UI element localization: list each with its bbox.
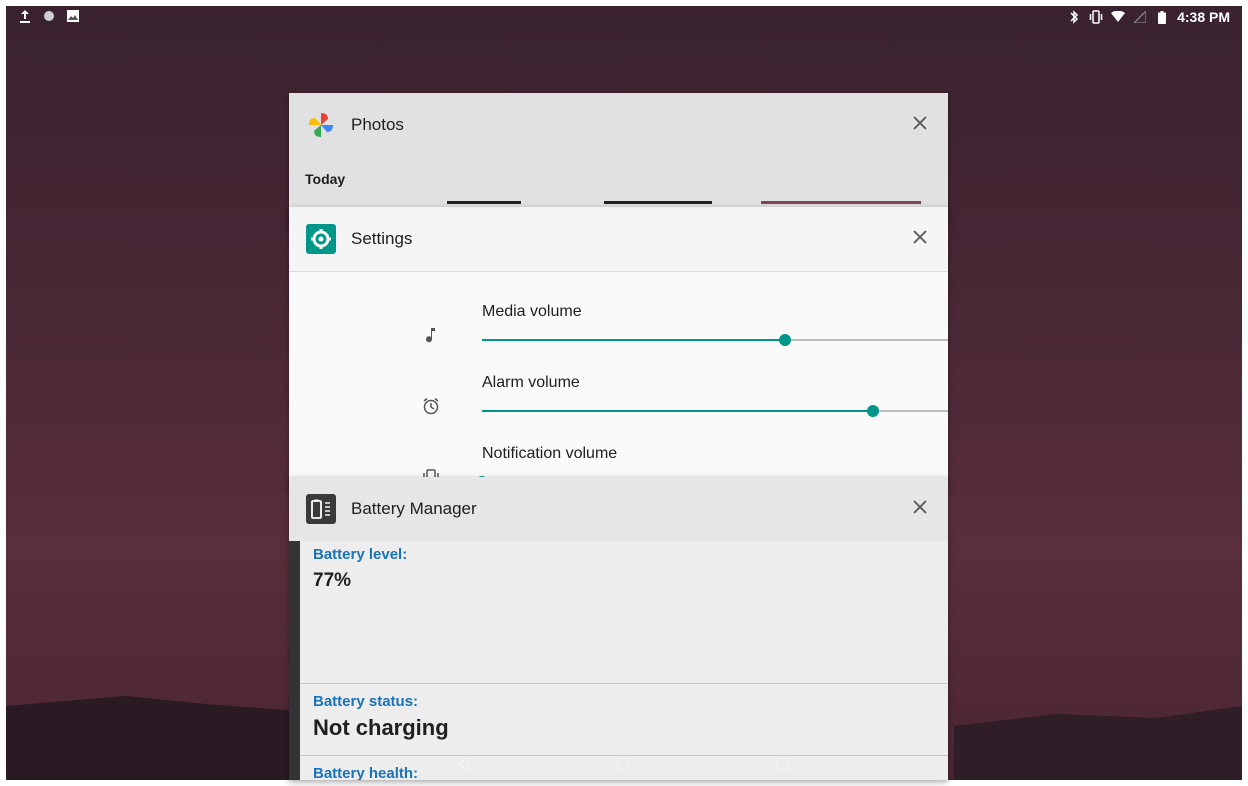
battery-icon — [1155, 10, 1169, 24]
circle-icon — [42, 9, 56, 23]
settings-card-header[interactable]: Settings — [289, 207, 948, 272]
alarm-volume-thumb[interactable] — [867, 405, 880, 417]
photos-app-icon — [305, 109, 337, 141]
divider — [300, 683, 948, 684]
upload-icon — [18, 9, 32, 23]
notification-volume-label: Notification volume — [482, 445, 618, 462]
alarm-volume-label: Alarm volume — [482, 374, 580, 391]
alarm-volume-row: Alarm volume — [289, 364, 948, 432]
battery-manager-card[interactable]: Battery Manager Battery level: 77% Batte… — [289, 477, 948, 780]
music-note-icon — [419, 323, 443, 347]
vibrate-icon — [1089, 10, 1103, 24]
bluetooth-icon — [1067, 10, 1081, 24]
battery-side-bar — [289, 541, 300, 780]
alarm-volume-fill — [482, 410, 874, 412]
media-volume-row: Media volume — [289, 293, 948, 361]
battery-card-header[interactable]: Battery Manager — [289, 477, 948, 541]
photos-card[interactable]: Photos Today — [289, 93, 948, 223]
status-bar: 4:38 PM — [6, 6, 1242, 30]
media-volume-fill — [482, 339, 785, 341]
recents-icon[interactable] — [773, 754, 793, 774]
battery-status-label: Battery status: — [313, 693, 419, 710]
photos-title: Photos — [351, 115, 404, 134]
battery-manager-content: Battery level: 77% Battery status: Not c… — [289, 541, 948, 780]
home-icon[interactable] — [613, 754, 633, 774]
close-photos-icon[interactable] — [908, 111, 932, 135]
battery-level-value: 77% — [313, 570, 352, 591]
settings-card[interactable]: Settings Media volume Alarm volume Notif… — [289, 207, 948, 487]
settings-title: Settings — [351, 229, 413, 248]
battery-status-value: Not charging — [313, 715, 449, 740]
media-volume-slider[interactable] — [482, 334, 948, 346]
media-volume-thumb[interactable] — [778, 334, 791, 346]
back-icon[interactable] — [453, 754, 473, 774]
alarm-icon — [419, 394, 443, 418]
close-battery-manager-icon[interactable] — [908, 495, 932, 519]
battery-level-label: Battery level: — [313, 546, 408, 563]
alarm-volume-slider[interactable] — [482, 405, 948, 417]
media-volume-label: Media volume — [482, 303, 582, 320]
photos-section-today: Today — [305, 171, 346, 187]
close-settings-icon[interactable] — [908, 225, 932, 249]
photos-card-header[interactable]: Photos — [289, 93, 948, 157]
battery-manager-title: Battery Manager — [351, 499, 477, 518]
battery-manager-app-icon — [305, 493, 337, 525]
navigation-bar — [289, 748, 948, 780]
signal-icon — [1133, 10, 1147, 24]
settings-app-icon — [305, 223, 337, 255]
clock: 4:38 PM — [1177, 9, 1230, 25]
wifi-icon — [1111, 10, 1126, 24]
image-icon — [66, 9, 80, 23]
